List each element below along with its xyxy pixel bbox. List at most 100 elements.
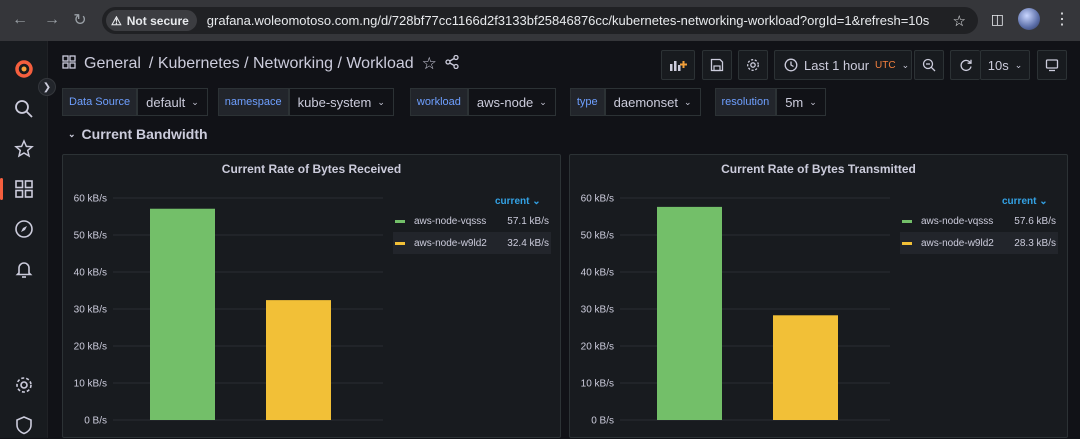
row-header[interactable]: ⌄ Current Bandwidth xyxy=(68,126,208,142)
chevron-down-icon: ⌄ xyxy=(809,96,817,107)
starred-icon[interactable] xyxy=(12,137,36,161)
var-select-datasource[interactable]: default ⌄ xyxy=(137,88,208,116)
panel-bytes-transmitted[interactable]: 0 B/s 10 kB/s 20 kB/s 30 kB/s 40 kB/s 50 kB/s… xyxy=(569,154,1068,438)
zoom-out-button[interactable] xyxy=(914,50,944,80)
url-text[interactable]: grafana.woleomotoso.com.ng/d/728bf77cc11… xyxy=(207,13,929,28)
legend-series-value: 28.3 kB/s xyxy=(1014,237,1056,249)
time-range-label: Last 1 hour xyxy=(804,57,870,73)
bar-chart: 0 B/s 10 kB/s 20 kB/s 30 kB/s 40 kB/s 50 kB/s… xyxy=(581,194,890,427)
search-icon[interactable] xyxy=(12,97,36,121)
tv-mode-button[interactable] xyxy=(1037,50,1067,80)
dashboard-title: General / Kubernetes / Networking / Work… xyxy=(62,54,459,74)
var-label-namespace: namespace xyxy=(217,88,289,116)
var-select-workload[interactable]: aws-node ⌄ xyxy=(467,88,556,116)
timezone-label: UTC xyxy=(875,59,896,71)
chevron-down-icon: ⌄ xyxy=(532,196,541,207)
refresh-interval-label: 10s xyxy=(987,57,1009,73)
security-label: Not secure xyxy=(126,13,189,28)
back-arrow-icon[interactable]: ← xyxy=(8,8,32,32)
y-tick-label: 10 kB/s xyxy=(581,379,614,390)
share-icon[interactable] xyxy=(445,54,459,74)
y-tick-label: 10 kB/s xyxy=(74,379,107,390)
y-tick-label: 60 kB/s xyxy=(581,194,614,205)
expand-sidebar-button[interactable]: ❯ xyxy=(38,78,56,96)
dashboard-settings-button[interactable] xyxy=(738,50,768,80)
bar-aws-node-w9ld2[interactable] xyxy=(266,300,331,420)
alerting-bell-icon[interactable] xyxy=(12,257,36,281)
legend-series-value: 57.6 kB/s xyxy=(1014,215,1056,227)
security-chip[interactable]: ⚠ Not secure xyxy=(106,10,197,31)
chevron-down-icon: ⌄ xyxy=(68,128,76,139)
settings-gear-icon[interactable] xyxy=(12,373,36,397)
panel-bytes-received[interactable]: 0 B/s 10 kB/s 20 kB/s 30 kB/s 40 kB/s 50 kB/s… xyxy=(62,154,561,438)
legend-series-name: aws-node-w9ld2 xyxy=(921,237,994,249)
refresh-interval-picker[interactable]: 10s ⌄ xyxy=(980,50,1030,80)
var-select-namespace[interactable]: kube-system ⌄ xyxy=(288,88,394,116)
chevron-down-icon: ⌄ xyxy=(683,96,692,107)
chevron-down-icon: ⌄ xyxy=(1014,59,1023,70)
forward-arrow-icon[interactable]: → xyxy=(40,8,64,32)
y-tick-label: 20 kB/s xyxy=(581,342,614,353)
address-bar[interactable]: ⚠ Not secure grafana.woleomotoso.com.ng/… xyxy=(102,7,978,34)
bar-aws-node-vqsss[interactable] xyxy=(150,208,215,420)
var-label-workload: workload xyxy=(409,88,468,116)
save-dashboard-button[interactable] xyxy=(702,50,732,80)
chevron-down-icon: ⌄ xyxy=(1039,196,1048,207)
var-value-workload: aws-node xyxy=(476,94,534,110)
favorite-star-icon[interactable]: ☆ xyxy=(422,54,437,74)
legend-item[interactable]: aws-node-w9ld2 32.4 kB/s xyxy=(393,232,551,254)
var-label-type: type xyxy=(569,88,605,116)
legend-sort-header[interactable]: current ⌄ xyxy=(495,196,541,207)
variables-bar: Data Source default ⌄ namespace kube-syst… xyxy=(62,88,826,116)
active-indicator xyxy=(0,178,3,200)
bar-aws-node-vqsss[interactable] xyxy=(657,206,722,420)
y-tick-label: 60 kB/s xyxy=(74,194,107,205)
reload-icon[interactable]: ↻ xyxy=(68,8,92,32)
legend-item[interactable]: aws-node-vqsss 57.1 kB/s xyxy=(393,210,551,232)
var-value-datasource: default xyxy=(146,94,186,110)
browser-menu-icon[interactable]: ⋮ xyxy=(1054,9,1070,29)
legend-sort-header[interactable]: current ⌄ xyxy=(1002,196,1048,207)
legend-series-name: aws-node-vqsss xyxy=(921,215,994,227)
var-select-type[interactable]: daemonset ⌄ xyxy=(604,88,701,116)
add-panel-button[interactable] xyxy=(661,50,695,80)
legend-header-label: current xyxy=(495,196,530,207)
series-color-swatch xyxy=(902,241,912,245)
y-tick-label: 50 kB/s xyxy=(74,231,107,242)
explore-compass-icon[interactable] xyxy=(12,217,36,241)
row-title: Current Bandwidth xyxy=(81,126,208,142)
clock-icon xyxy=(784,58,798,72)
bookmark-star-icon[interactable]: ☆ xyxy=(953,12,966,30)
breadcrumb-root[interactable]: General xyxy=(84,55,141,73)
legend-item[interactable]: aws-node-w9ld2 28.3 kB/s xyxy=(900,232,1058,254)
dashboards-grid-icon xyxy=(62,54,76,74)
legend-item[interactable]: aws-node-vqsss 57.6 kB/s xyxy=(900,210,1058,232)
side-panel-icon[interactable]: ◫ xyxy=(991,11,1004,28)
breadcrumb-path[interactable]: / Kubernetes / Networking / Workload xyxy=(149,55,414,73)
time-range-picker[interactable]: Last 1 hour UTC ⌄ xyxy=(774,50,912,80)
y-tick-label: 0 B/s xyxy=(591,416,614,427)
legend-header-label: current xyxy=(1002,196,1037,207)
y-tick-label: 20 kB/s xyxy=(74,342,107,353)
warning-triangle-icon: ⚠ xyxy=(111,13,122,28)
chevron-down-icon: ⌄ xyxy=(901,59,910,70)
chevron-down-icon: ⌄ xyxy=(191,96,199,107)
dashboards-icon[interactable] xyxy=(12,177,36,201)
legend-series-name: aws-node-w9ld2 xyxy=(414,237,487,249)
var-select-resolution[interactable]: 5m ⌄ xyxy=(776,88,826,116)
chevron-down-icon: ⌄ xyxy=(377,96,385,107)
series-color-swatch xyxy=(395,219,405,223)
y-tick-label: 0 B/s xyxy=(84,416,107,427)
legend-series-name: aws-node-vqsss xyxy=(414,215,487,227)
y-tick-label: 40 kB/s xyxy=(74,268,107,279)
profile-avatar[interactable] xyxy=(1018,8,1040,30)
var-label-resolution: resolution xyxy=(714,88,777,116)
shield-icon[interactable] xyxy=(12,413,36,437)
refresh-button[interactable] xyxy=(950,50,980,80)
legend-series-value: 32.4 kB/s xyxy=(507,237,549,249)
bar-aws-node-w9ld2[interactable] xyxy=(773,315,838,420)
series-color-swatch xyxy=(902,219,912,223)
y-tick-label: 30 kB/s xyxy=(74,305,107,316)
panel-title: Current Rate of Bytes Received xyxy=(221,162,402,176)
grafana-logo-icon[interactable] xyxy=(12,57,36,81)
